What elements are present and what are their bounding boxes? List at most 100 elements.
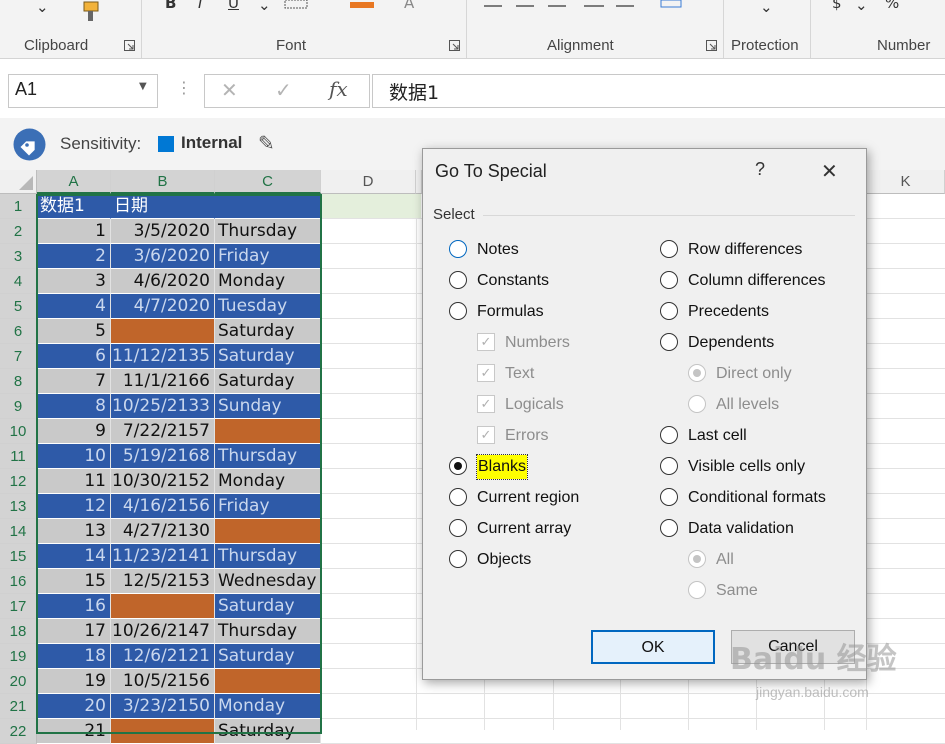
cell-a[interactable]: 2 bbox=[37, 244, 111, 269]
option-formulas[interactable]: Formulas bbox=[449, 300, 649, 324]
row-header[interactable]: 18 bbox=[0, 619, 37, 644]
cell-b[interactable]: 3/23/2150 bbox=[111, 694, 215, 719]
sensitivity-tag-icon[interactable] bbox=[13, 128, 46, 161]
option-constants[interactable]: Constants bbox=[449, 269, 649, 293]
option-data-validation[interactable]: Data validation bbox=[660, 517, 860, 541]
close-icon[interactable]: ✕ bbox=[821, 159, 838, 183]
row-header[interactable]: 7 bbox=[0, 344, 37, 369]
radio-icon[interactable] bbox=[449, 240, 467, 258]
radio-icon[interactable] bbox=[660, 333, 678, 351]
more-dots-icon[interactable]: ⋮ bbox=[176, 78, 192, 97]
option-visible-cells-only[interactable]: Visible cells only bbox=[660, 455, 860, 479]
cell-a[interactable]: 19 bbox=[37, 669, 111, 694]
column-header-d[interactable]: D bbox=[321, 170, 416, 194]
italic-icon[interactable]: I bbox=[198, 0, 202, 12]
radio-icon[interactable] bbox=[660, 488, 678, 506]
alignment-launcher-icon[interactable] bbox=[706, 40, 717, 51]
cell-a[interactable]: 12 bbox=[37, 494, 111, 519]
cell-c[interactable]: Saturday bbox=[215, 644, 321, 669]
column-header-b[interactable]: B bbox=[111, 170, 215, 194]
radio-icon[interactable] bbox=[660, 302, 678, 320]
cell-a[interactable]: 15 bbox=[37, 569, 111, 594]
format-painter-icon[interactable] bbox=[78, 0, 106, 22]
cell-c[interactable]: Saturday bbox=[215, 319, 321, 344]
row-header[interactable]: 21 bbox=[0, 694, 37, 719]
cell-b[interactable]: 4/16/2156 bbox=[111, 494, 215, 519]
percent-icon[interactable]: % bbox=[885, 0, 899, 12]
radio-icon[interactable] bbox=[449, 519, 467, 537]
option-notes[interactable]: Notes bbox=[449, 238, 649, 262]
cell-b[interactable]: 11/1/2166 bbox=[111, 369, 215, 394]
cell-b[interactable]: 10/5/2156 bbox=[111, 669, 215, 694]
cell-c[interactable]: Sunday bbox=[215, 394, 321, 419]
radio-icon[interactable] bbox=[449, 457, 467, 475]
cell-a[interactable]: 20 bbox=[37, 694, 111, 719]
cell-c[interactable] bbox=[215, 194, 321, 219]
help-button[interactable]: ? bbox=[755, 159, 765, 180]
row-header[interactable]: 3 bbox=[0, 244, 37, 269]
row-header[interactable]: 1 bbox=[0, 194, 37, 219]
cancel-icon[interactable]: ✕ bbox=[221, 78, 238, 102]
cell-b[interactable] bbox=[111, 594, 215, 619]
cell-a[interactable]: 21 bbox=[37, 719, 111, 744]
cell-c[interactable]: Friday bbox=[215, 244, 321, 269]
row-header[interactable]: 20 bbox=[0, 669, 37, 694]
cell-a[interactable]: 7 bbox=[37, 369, 111, 394]
cancel-button[interactable]: Cancel bbox=[731, 630, 855, 664]
merge-icon[interactable] bbox=[660, 0, 684, 10]
currency-icon[interactable]: $ bbox=[832, 0, 842, 12]
cell-c[interactable]: Friday bbox=[215, 494, 321, 519]
cell-b[interactable]: 3/6/2020 bbox=[111, 244, 215, 269]
cell-c[interactable]: Thursday bbox=[215, 219, 321, 244]
option-conditional-formats[interactable]: Conditional formats bbox=[660, 486, 860, 510]
cell-a[interactable]: 4 bbox=[37, 294, 111, 319]
bold-icon[interactable]: B bbox=[165, 0, 176, 12]
cell-c[interactable]: Saturday bbox=[215, 594, 321, 619]
cell-b[interactable]: 5/19/2168 bbox=[111, 444, 215, 469]
cell-b[interactable]: 11/12/2135 bbox=[111, 344, 215, 369]
cell-a[interactable]: 6 bbox=[37, 344, 111, 369]
cell-b[interactable]: 3/5/2020 bbox=[111, 219, 215, 244]
cell-a[interactable]: 10 bbox=[37, 444, 111, 469]
cell-b[interactable]: 7/22/2157 bbox=[111, 419, 215, 444]
radio-icon[interactable] bbox=[660, 457, 678, 475]
cell-a[interactable]: 18 bbox=[37, 644, 111, 669]
pencil-edit-icon[interactable]: ✎ bbox=[258, 131, 275, 155]
column-header-a[interactable]: A bbox=[37, 170, 111, 194]
row-header[interactable]: 9 bbox=[0, 394, 37, 419]
cell-c[interactable]: Wednesday bbox=[215, 569, 321, 594]
font-launcher-icon[interactable] bbox=[449, 40, 460, 51]
font-color-icon[interactable]: A bbox=[404, 0, 414, 12]
row-header[interactable]: 6 bbox=[0, 319, 37, 344]
radio-icon[interactable] bbox=[660, 271, 678, 289]
cell-b[interactable] bbox=[111, 319, 215, 344]
radio-icon[interactable] bbox=[660, 519, 678, 537]
radio-icon[interactable] bbox=[449, 488, 467, 506]
cell-b[interactable]: 4/6/2020 bbox=[111, 269, 215, 294]
cell-c[interactable]: Saturday bbox=[215, 344, 321, 369]
option-last-cell[interactable]: Last cell bbox=[660, 424, 860, 448]
cell-b[interactable]: 10/30/2152 bbox=[111, 469, 215, 494]
cell-c[interactable]: Monday bbox=[215, 269, 321, 294]
row-header[interactable]: 15 bbox=[0, 544, 37, 569]
cell-c[interactable]: Monday bbox=[215, 694, 321, 719]
cell-c[interactable]: Saturday bbox=[215, 369, 321, 394]
alignment-icons[interactable] bbox=[484, 0, 634, 10]
cell-a[interactable]: 16 bbox=[37, 594, 111, 619]
cell-c[interactable]: Monday bbox=[215, 469, 321, 494]
cell-b[interactable]: 11/23/2141 bbox=[111, 544, 215, 569]
row-header[interactable]: 16 bbox=[0, 569, 37, 594]
column-header-k[interactable]: K bbox=[866, 170, 945, 194]
cell-c[interactable]: Thursday bbox=[215, 444, 321, 469]
cell-b[interactable] bbox=[111, 719, 215, 744]
radio-icon[interactable] bbox=[449, 550, 467, 568]
option-current-region[interactable]: Current region bbox=[449, 486, 649, 510]
row-header[interactable]: 11 bbox=[0, 444, 37, 469]
select-all-corner[interactable] bbox=[0, 170, 37, 194]
clipboard-launcher-icon[interactable] bbox=[124, 40, 135, 51]
cell-b[interactable]: 12/6/2121 bbox=[111, 644, 215, 669]
radio-icon[interactable] bbox=[660, 426, 678, 444]
cell-c[interactable]: Thursday bbox=[215, 619, 321, 644]
cell-b[interactable]: 4/7/2020 bbox=[111, 294, 215, 319]
row-header[interactable]: 12 bbox=[0, 469, 37, 494]
